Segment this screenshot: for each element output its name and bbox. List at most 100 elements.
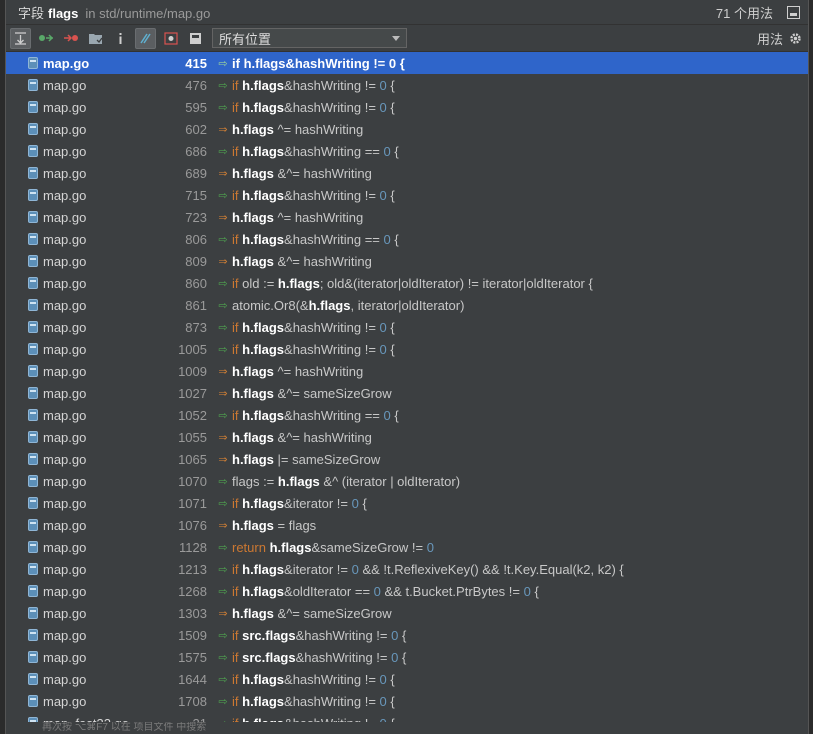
code-token: &hashWriting == xyxy=(284,407,384,423)
usage-file-name: map.go xyxy=(43,55,90,71)
group-by-file-icon[interactable] xyxy=(85,28,106,49)
usage-row[interactable]: map.go 1509 ⇨ if src.flags&hashWriting != 0… xyxy=(6,624,808,646)
expand-all-icon[interactable] xyxy=(10,27,31,49)
code-token: 0 xyxy=(379,671,387,687)
code-token: 0 xyxy=(383,407,391,423)
usage-row[interactable]: map.go 715 ⇨ if h.flags&hashWriting != 0 { xyxy=(6,184,808,206)
usage-row[interactable]: map.go 1070 ⇨ flags := h.flags &^ (iterator… xyxy=(6,470,808,492)
usage-row[interactable]: map.go 1128 ⇨ return h.flags&sameSizeGrow !… xyxy=(6,536,808,558)
usage-line-number: 1076 xyxy=(178,517,207,533)
read-write-icon[interactable] xyxy=(160,28,181,49)
go-file-icon xyxy=(28,585,38,597)
go-file-icon xyxy=(28,475,38,487)
usage-row[interactable]: map.go 1027 ⇒ h.flags &^= sameSizeGrow xyxy=(6,382,808,404)
usage-row[interactable]: map.go 689 ⇒ h.flags &^= hashWriting xyxy=(6,162,808,184)
usage-file-name: map.go xyxy=(43,649,87,665)
usage-line-number: 1128 xyxy=(179,539,207,555)
usage-row[interactable]: map.go 1213 ⇨ if h.flags&iterator != 0 && !… xyxy=(6,558,808,580)
usage-row[interactable]: map.go 686 ⇨ if h.flags&hashWriting == 0 { xyxy=(6,140,808,162)
code-token: h.flags xyxy=(232,363,274,379)
code-token: if xyxy=(232,583,243,599)
usage-row[interactable]: map.go 602 ⇒ h.flags ^= hashWriting xyxy=(6,118,808,140)
usage-list: map.go 415 ⇨ if h.flags&hashWriting != 0 {m… xyxy=(6,52,808,722)
usage-code-snippet: if src.flags&hashWriting != 0 { xyxy=(232,628,406,643)
previous-occurrence-icon[interactable] xyxy=(35,28,56,49)
code-token: 0 xyxy=(379,187,387,203)
usage-file-name: map.go xyxy=(43,187,87,203)
scope-dropdown-value: 所有位置 xyxy=(219,31,272,47)
scope-dropdown[interactable]: 所有位置 xyxy=(212,28,407,48)
code-token: if xyxy=(232,99,243,115)
code-token: { xyxy=(386,671,395,687)
usage-code-snippet: if h.flags&hashWriting == 0 { xyxy=(232,232,399,247)
usage-row[interactable]: map_fast32.go21⇨if h.flags&hashWriting !… xyxy=(6,712,808,722)
usage-line-number: 689 xyxy=(185,165,207,181)
usage-code-snippet: if h.flags&hashWriting != 0 { xyxy=(232,672,395,687)
usage-row[interactable]: map.go 1268 ⇨ if h.flags&oldIterator == 0 &… xyxy=(6,580,808,602)
usage-file-name: map.go xyxy=(43,539,87,555)
read-access-icon: ⇨ xyxy=(218,475,228,488)
code-token: ^= hashWriting xyxy=(273,363,364,379)
usage-row[interactable]: map.go 1071 ⇨ if h.flags&iterator != 0 { xyxy=(6,492,808,514)
usage-row[interactable]: map.go 1303 ⇒ h.flags &^= sameSizeGrow xyxy=(6,602,808,624)
read-access-icon: ⇨ xyxy=(218,321,228,334)
usage-line-number: 1055 xyxy=(178,429,207,445)
usage-row[interactable]: map.go 873 ⇨ if h.flags&hashWriting != 0 { xyxy=(6,316,808,338)
usage-row[interactable]: map.go 809 ⇒ h.flags &^= hashWriting xyxy=(6,250,808,272)
code-token: h.flags xyxy=(232,605,274,621)
write-access-icon: ⇒ xyxy=(218,211,228,224)
read-access-icon: ⇨ xyxy=(218,673,228,686)
usage-row[interactable]: map.go 1708 ⇨ if h.flags&hashWriting != 0 { xyxy=(6,690,808,712)
filter-icon[interactable] xyxy=(135,27,156,49)
code-token: h.flags xyxy=(242,231,285,247)
usage-line-number: 806 xyxy=(185,231,207,247)
usage-code-snippet: h.flags |= sameSizeGrow xyxy=(232,452,380,467)
usage-file-name: map.go xyxy=(43,99,87,115)
usage-code-snippet: flags := h.flags &^ (iterator | oldItera… xyxy=(232,474,460,489)
go-file-icon xyxy=(28,673,38,685)
code-token: h.flags xyxy=(242,143,285,159)
usage-code-snippet: if h.flags&hashWriting != 0 { xyxy=(232,694,395,709)
code-token: if xyxy=(232,231,243,247)
title-location: in std/runtime/map.go xyxy=(85,5,211,21)
open-in-find-window-icon[interactable] xyxy=(787,5,800,19)
code-token: h.flags xyxy=(242,561,285,577)
usage-row[interactable]: map.go 861 ⇨ atomic.Or8(&h.flags, iterator|… xyxy=(6,294,808,316)
usage-row[interactable]: map.go 1065 ⇒ h.flags |= sameSizeGrow xyxy=(6,448,808,470)
usage-row[interactable]: map.go 1052 ⇨ if h.flags&hashWriting == 0 { xyxy=(6,404,808,426)
usage-row[interactable]: map.go 595 ⇨ if h.flags&hashWriting != 0 { xyxy=(6,96,808,118)
code-token: atomic.Or8(& xyxy=(232,297,309,313)
usage-file-name: map.go xyxy=(43,473,87,489)
usage-row[interactable]: map.go 1076 ⇒ h.flags = flags xyxy=(6,514,808,536)
code-token: src.flags xyxy=(242,649,296,665)
usage-row[interactable]: map.go 1644 ⇨ if h.flags&hashWriting != 0 { xyxy=(6,668,808,690)
merge-icon[interactable] xyxy=(185,28,206,49)
go-file-icon xyxy=(28,629,38,641)
usage-row[interactable]: map.go 1009 ⇒ h.flags ^= hashWriting xyxy=(6,360,808,382)
next-occurrence-icon[interactable] xyxy=(60,28,81,49)
info-icon[interactable] xyxy=(110,28,131,49)
usage-row[interactable]: map.go 806 ⇨ if h.flags&hashWriting == 0 { xyxy=(6,228,808,250)
code-token: , iterator|oldIterator) xyxy=(350,297,465,313)
go-file-icon xyxy=(28,651,38,663)
usage-file-name: map.go xyxy=(43,77,87,93)
usage-line-number: 415 xyxy=(185,55,207,71)
code-token: 0 xyxy=(373,583,381,599)
usage-line-number: 1213 xyxy=(178,561,207,577)
usage-row[interactable]: map.go 415 ⇨ if h.flags&hashWriting != 0 { xyxy=(6,52,808,74)
code-token: &iterator != xyxy=(284,495,352,511)
usage-row[interactable]: map.go 723 ⇒ h.flags ^= hashWriting xyxy=(6,206,808,228)
code-token: h.flags xyxy=(232,253,274,269)
usage-row[interactable]: map.go 1575 ⇨ if src.flags&hashWriting != 0… xyxy=(6,646,808,668)
code-token: &^= sameSizeGrow xyxy=(273,605,392,621)
usage-file-name: map.go xyxy=(43,297,87,313)
usage-line-number: 1052 xyxy=(178,407,207,423)
code-token: 0 xyxy=(351,561,359,577)
gear-icon[interactable] xyxy=(789,32,802,45)
usage-row[interactable]: map.go 1055 ⇒ h.flags &^= hashWriting xyxy=(6,426,808,448)
go-file-icon xyxy=(28,563,38,575)
usage-row[interactable]: map.go 860 ⇨ if old := h.flags; old&(iterat… xyxy=(6,272,808,294)
usage-row[interactable]: map.go 476 ⇨ if h.flags&hashWriting != 0 { xyxy=(6,74,808,96)
title-symbol-name: flags xyxy=(48,5,79,21)
usage-row[interactable]: map.go 1005 ⇨ if h.flags&hashWriting != 0 { xyxy=(6,338,808,360)
